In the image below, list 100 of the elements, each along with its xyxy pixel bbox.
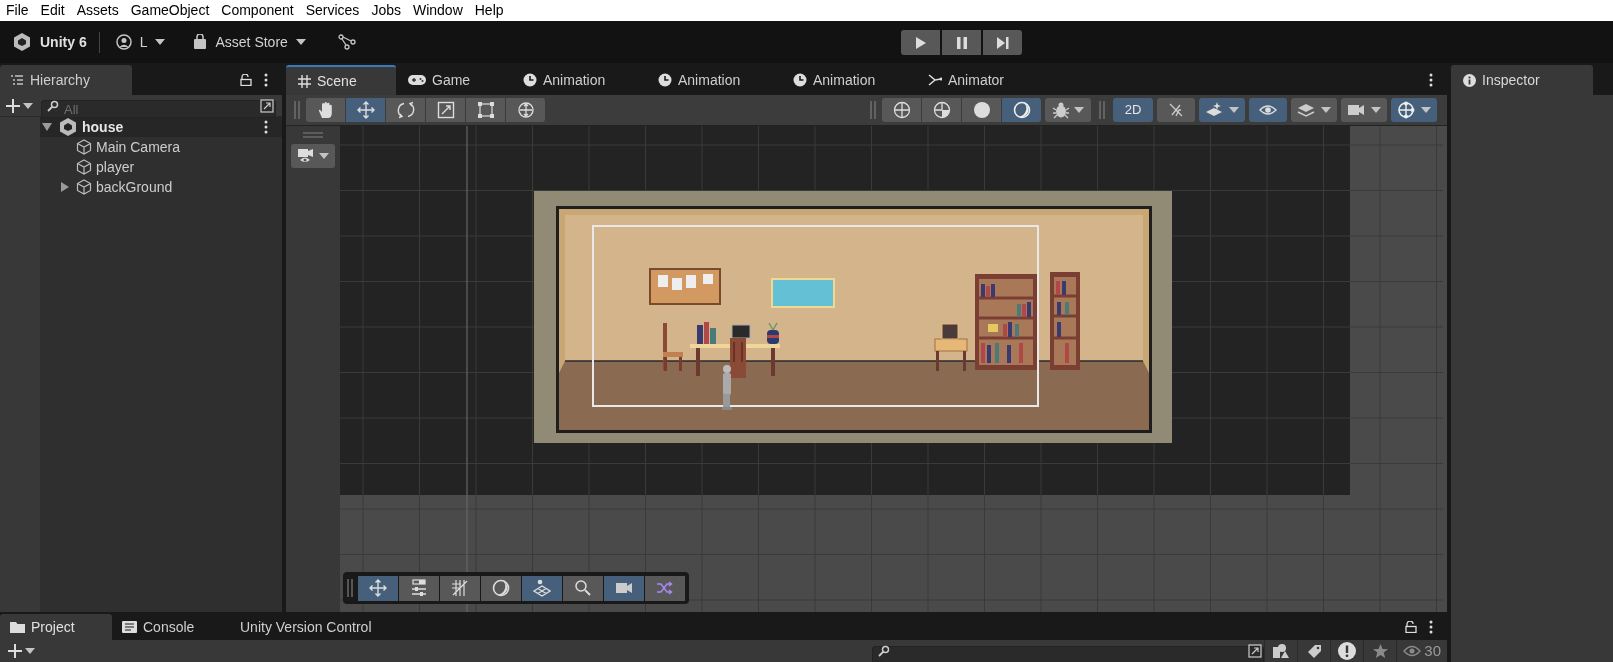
cube-icon — [76, 139, 92, 155]
pause-icon — [955, 35, 968, 50]
asset-store-dropdown[interactable]: Asset Store — [189, 31, 310, 53]
sliders-icon — [410, 579, 428, 597]
tree-item[interactable]: Main Camera — [40, 137, 282, 157]
tree-item[interactable]: backGround — [40, 177, 282, 197]
branch-nodes-icon — [337, 34, 356, 50]
pause-button[interactable] — [942, 30, 981, 55]
debug-dropdown[interactable] — [1045, 98, 1091, 122]
tool-button[interactable] — [522, 575, 562, 601]
panel-tab[interactable]: Animation — [781, 65, 916, 95]
caret-icon — [1074, 107, 1084, 113]
panel-tab[interactable]: Scene — [286, 65, 396, 95]
play-icon — [914, 35, 927, 50]
add-icon — [8, 644, 22, 658]
panel-tab[interactable]: Unity Version Control — [230, 614, 400, 640]
panel-tab[interactable]: Project — [0, 614, 112, 640]
character-figure[interactable] — [722, 365, 732, 410]
lock-icon — [1405, 621, 1417, 633]
list-icon — [10, 74, 24, 86]
move-arrows-icon — [369, 579, 387, 597]
view-toggle[interactable] — [1157, 98, 1195, 122]
menu-item[interactable]: GameObject — [124, 0, 216, 21]
menu-item[interactable]: Window — [406, 0, 469, 21]
more-options-icon — [264, 73, 268, 87]
info-icon — [1463, 73, 1476, 87]
tool-button[interactable] — [481, 575, 521, 601]
play-button[interactable] — [901, 30, 940, 55]
tool-button[interactable] — [645, 575, 685, 601]
view-toggle[interactable] — [1391, 98, 1437, 122]
search-field[interactable] — [872, 645, 1265, 662]
hidden-count-toggle[interactable]: 30 — [1396, 640, 1447, 662]
shaded-sphere-icon — [972, 101, 991, 119]
expand-window-icon — [1248, 644, 1263, 658]
drag-handle-icon — [347, 579, 353, 597]
caret-icon — [23, 102, 33, 109]
tool-button[interactable] — [399, 575, 439, 601]
bug-icon — [1052, 101, 1070, 119]
account-icon — [115, 34, 132, 50]
panel-tab[interactable]: Hierarchy — [0, 65, 132, 95]
menu-item[interactable]: Edit — [34, 0, 71, 21]
view-toggle[interactable] — [1341, 98, 1387, 122]
caret-icon — [319, 153, 329, 159]
search-icon — [47, 99, 59, 112]
menu-item[interactable]: File — [0, 0, 35, 21]
panel-tab[interactable]: Animator — [916, 65, 1026, 95]
menu-item[interactable]: Assets — [70, 0, 125, 21]
product-switcher[interactable]: Unity 6 — [12, 31, 100, 53]
transform-tool-icon — [516, 101, 535, 119]
caret-icon — [155, 39, 166, 45]
view-toggle[interactable] — [1199, 98, 1245, 122]
caret-icon — [25, 648, 35, 654]
lock-icon — [240, 74, 252, 86]
hand-icon — [316, 101, 335, 119]
account-dropdown[interactable]: L — [111, 31, 170, 53]
2d-toggle[interactable]: 2D — [1113, 98, 1153, 122]
panel-tab[interactable]: Animation — [511, 65, 646, 95]
clock-icon — [523, 73, 537, 87]
panel-tab[interactable]: Console — [112, 614, 230, 640]
panel-tab[interactable]: Inspector — [1451, 65, 1593, 95]
step-button[interactable] — [983, 30, 1022, 55]
cube-icon — [76, 179, 92, 195]
crescent-icon — [1012, 101, 1031, 119]
drag-handle-icon — [870, 101, 876, 119]
animator-graph-icon — [928, 73, 942, 87]
menu-item[interactable]: Component — [215, 0, 300, 21]
rect-tool-icon — [476, 101, 495, 119]
menu-item[interactable]: Jobs — [365, 0, 407, 21]
add-dropdown[interactable] — [6, 98, 33, 113]
grid-plane-icon — [533, 579, 551, 597]
menu-item[interactable]: Services — [299, 0, 366, 21]
drag-handle-icon — [303, 132, 323, 138]
caret-icon — [1321, 107, 1331, 113]
shopping-bag-icon — [193, 34, 208, 50]
menu-item[interactable]: Help — [468, 0, 510, 21]
view-toggle[interactable] — [1291, 98, 1337, 122]
more-options-icon — [1429, 620, 1433, 634]
search-field[interactable]: All — [41, 100, 276, 119]
rotate-icon — [396, 101, 415, 119]
view-toggle[interactable] — [1249, 98, 1287, 122]
tool-button[interactable] — [358, 575, 398, 601]
tool-button[interactable] — [440, 575, 480, 601]
tree-item[interactable]: player — [40, 157, 282, 177]
panel-tab[interactable]: Animation — [646, 65, 781, 95]
shapes-icon — [1273, 644, 1290, 658]
cube-icon — [76, 159, 92, 175]
tool-button[interactable] — [604, 575, 644, 601]
search-icon — [574, 579, 592, 597]
tool-button[interactable] — [563, 575, 603, 601]
scene-camera-dropdown[interactable] — [291, 144, 335, 168]
camera-eye-icon — [297, 148, 315, 164]
clock-icon — [793, 73, 807, 87]
layers-icon — [1297, 101, 1315, 119]
panel-tab[interactable]: Game — [396, 65, 511, 95]
grid-snap-icon — [451, 579, 469, 597]
folder-icon — [10, 621, 25, 633]
tool-button[interactable] — [1002, 98, 1041, 122]
step-icon — [995, 35, 1010, 50]
tag-icon — [1306, 643, 1322, 659]
shuffle-arrows-icon — [656, 579, 674, 597]
